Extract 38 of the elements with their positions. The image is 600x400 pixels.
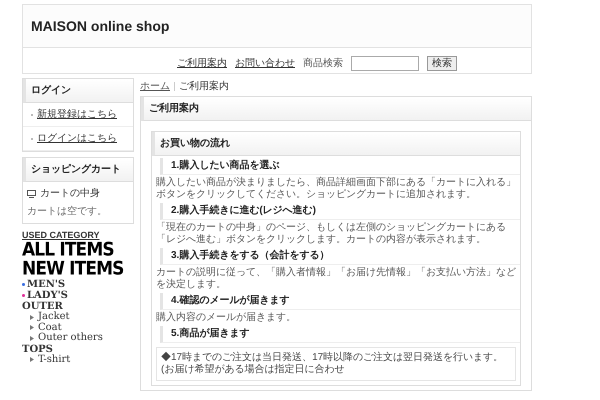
arrow-icon	[30, 357, 34, 362]
search-button[interactable]: 検索	[427, 56, 457, 71]
category-link[interactable]: TOPS	[22, 344, 53, 354]
step-title: 3.購入手続きをする（会計をする）	[160, 248, 520, 265]
breadcrumb-current: ご利用案内	[179, 80, 229, 94]
search-field[interactable]	[351, 56, 419, 71]
step-title: 1.購入したい商品を選ぶ	[160, 158, 520, 175]
category-link[interactable]: LADY'S	[27, 290, 68, 301]
step-description: 購入内容のメールが届きます。	[155, 310, 297, 324]
category-title: USED CATEGORY	[22, 229, 101, 241]
subcategory-link[interactable]: T-shirt	[38, 354, 70, 365]
step-description: 購入したい商品が決まりましたら、商品詳細画面下部にある「カートに入れる」ボタンをクリックしてください。ショッピングカートに追加されます。	[155, 176, 517, 201]
panel-title: ショッピングカート	[23, 158, 133, 182]
search-label: 商品検索	[303, 57, 343, 71]
step-title: 4.確認のメールが届きます	[160, 293, 520, 310]
step-description: カートの説明に従って、「購入者情報」「お届け先情報」「お支払い方法」などを決定します。	[155, 266, 517, 291]
login-link[interactable]: ログインはこちら	[37, 131, 117, 146]
category-link[interactable]: ALL ITEMS	[22, 240, 114, 261]
category-link[interactable]: NEW ITEMS	[22, 259, 124, 280]
category-link[interactable]: OUTER	[22, 301, 63, 312]
section-title: お買い物の流れ	[152, 132, 520, 156]
page-title: ご利用案内	[141, 97, 531, 121]
step-title: 2.購入手続きに進む(レジへ進む)	[160, 203, 520, 220]
cart-status: カートは空です。	[26, 204, 108, 219]
breadcrumb-link[interactable]: ホーム	[140, 78, 170, 94]
category-link[interactable]: MEN'S	[27, 279, 66, 290]
cart-link[interactable]: カートの中身	[40, 186, 100, 201]
step-title: 5.商品が届きます	[160, 326, 520, 343]
notice-text: ◆17時までのご注文は当日発送、17時以降のご注文は翌日発送を行います。(お届け希望がある場合は指定日に合わせ	[156, 347, 516, 381]
login-link[interactable]: 新規登録はこちら	[37, 107, 117, 122]
nav-link[interactable]: お問い合わせ	[235, 57, 295, 71]
subcategory-link[interactable]: Coat	[38, 322, 62, 333]
shop-title: MAISON online shop	[31, 16, 170, 36]
nav-link[interactable]: ご利用案内	[177, 57, 227, 71]
step-description: 「現在のカートの中身」のページ、もしくは左側のショッピングカートにある「レジへ進む」ボタンをクリックします。カートの内容が表示されます。	[155, 220, 507, 246]
subcategory-link[interactable]: Jacket	[38, 312, 70, 322]
subcategory-link[interactable]: Outer others	[38, 333, 103, 344]
panel-title: ログイン	[23, 79, 133, 103]
